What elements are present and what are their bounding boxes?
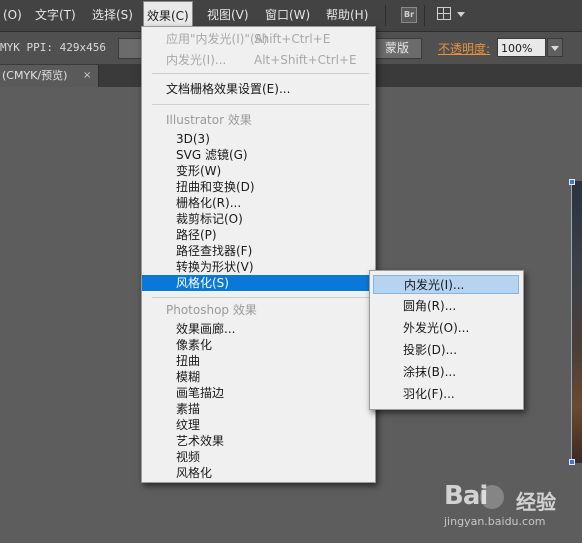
submenu-label: 羽化(F)...: [403, 387, 455, 401]
menu-item-label: 栅格化(R)...: [176, 196, 242, 210]
apply-last-effect[interactable]: 应用"内发光(I)"(A) Shift+Ctrl+E: [142, 31, 375, 47]
menu-item-label: 效果画廊...: [176, 322, 236, 336]
menu-item-label: SVG 滤镜(G): [176, 148, 248, 162]
menu-item-label: 扭曲和变换(D): [176, 180, 255, 194]
illustrator-effects-heading: Illustrator 效果: [166, 113, 252, 127]
document-tab-label: (CMYK/预览): [2, 69, 68, 82]
menu-item-label: 3D(3): [176, 132, 210, 146]
submenu-round-corners[interactable]: 圆角(R)...: [373, 297, 519, 316]
menu-separator: [152, 104, 369, 105]
menu-item-stylize[interactable]: 风格化(S): [142, 275, 375, 291]
menu-item-warp[interactable]: 变形(W): [142, 163, 375, 179]
menu-item-label: 路径(P): [176, 228, 217, 242]
menu-separator: [152, 73, 369, 74]
watermark-logo-suffix: 经验: [516, 490, 556, 514]
menu-item-effect-gallery[interactable]: 效果画廊...: [142, 321, 375, 337]
menu-item-convert-to-shape[interactable]: 转换为形状(V): [142, 259, 375, 275]
submenu-label: 圆角(R)...: [403, 299, 457, 313]
submenu-scribble[interactable]: 涂抹(B)...: [373, 363, 519, 382]
bridge-icon[interactable]: Br: [401, 7, 417, 23]
apply-last-label: 应用"内发光(I)"(A): [166, 32, 268, 46]
submenu-label: 外发光(O)...: [403, 321, 470, 335]
selection-handle[interactable]: [569, 179, 575, 185]
menubar-divider: [385, 5, 386, 26]
submenu-label: 投影(D)...: [403, 343, 458, 357]
menu-select[interactable]: 选择(S): [89, 0, 136, 31]
menu-item-label: 纹理: [176, 418, 201, 432]
menu-item-label: 转换为形状(V): [176, 260, 254, 274]
apply-last-shortcut: Shift+Ctrl+E: [254, 32, 331, 46]
opacity-dropdown-button[interactable]: [547, 38, 563, 57]
artwork-image[interactable]: [571, 181, 582, 463]
menu-item-sketch[interactable]: 素描: [142, 401, 375, 417]
opacity-label[interactable]: 不透明度:: [438, 40, 490, 57]
close-icon[interactable]: ×: [83, 65, 91, 87]
submenu-feather[interactable]: 羽化(F)...: [373, 385, 519, 404]
arrange-documents-icon[interactable]: [437, 7, 451, 20]
menu-item-artistic[interactable]: 艺术效果: [142, 433, 375, 449]
menu-item-label: 风格化(S): [176, 276, 229, 290]
baidu-watermark: Bai 经验 jingyan.baidu.com: [444, 481, 582, 543]
last-effect[interactable]: 内发光(I)... Alt+Shift+Ctrl+E: [142, 52, 375, 68]
stylize-submenu: 内发光(I)... 圆角(R)... 外发光(O)... 投影(D)... 涂抹…: [369, 270, 524, 410]
document-raster-settings[interactable]: 文档栅格效果设置(E)...: [142, 81, 375, 97]
menu-item-distort[interactable]: 扭曲: [142, 353, 375, 369]
last-effect-shortcut: Alt+Shift+Ctrl+E: [254, 53, 357, 67]
photoshop-effects-heading: Photoshop 效果: [166, 303, 257, 317]
menu-item-crop-marks[interactable]: 裁剪标记(O): [142, 211, 375, 227]
menu-item-label: 视频: [176, 450, 201, 464]
submenu-label: 涂抹(B)...: [403, 365, 457, 379]
menu-item-label: 素描: [176, 402, 201, 416]
menu-item-pathfinder[interactable]: 路径查找器(F): [142, 243, 375, 259]
menu-item-label: 路径查找器(F): [176, 244, 253, 258]
effect-menu: 应用"内发光(I)"(A) Shift+Ctrl+E 内发光(I)... Alt…: [141, 26, 376, 483]
menu-item-svg-filters[interactable]: SVG 滤镜(G): [142, 147, 375, 163]
menubar-divider: [424, 5, 425, 26]
raster-settings-label: 文档栅格效果设置(E)...: [166, 82, 291, 96]
chevron-down-icon[interactable]: [457, 12, 465, 17]
submenu-outer-glow[interactable]: 外发光(O)...: [373, 319, 519, 338]
submenu-drop-shadow[interactable]: 投影(D)...: [373, 341, 519, 360]
menu-item-3d[interactable]: 3D(3): [142, 131, 375, 147]
menu-item-label: 扭曲: [176, 354, 201, 368]
menu-object[interactable]: (O): [0, 0, 25, 31]
menu-item-pixelate[interactable]: 像素化: [142, 337, 375, 353]
menu-separator: [152, 297, 369, 298]
menu-item-distort-transform[interactable]: 扭曲和变换(D): [142, 179, 375, 195]
menu-item-label: 像素化: [176, 338, 213, 352]
opacity-input[interactable]: 100%: [497, 38, 546, 57]
menu-item-ps-stylize[interactable]: 风格化: [142, 465, 375, 481]
menu-item-blur[interactable]: 模糊: [142, 369, 375, 385]
document-info: MYK PPI: 429x456: [0, 41, 106, 54]
submenu-inner-glow[interactable]: 内发光(I)...: [373, 275, 519, 294]
menu-item-path[interactable]: 路径(P): [142, 227, 375, 243]
menu-item-texture[interactable]: 纹理: [142, 417, 375, 433]
menu-item-brush-strokes[interactable]: 画笔描边: [142, 385, 375, 401]
submenu-label: 内发光(I)...: [404, 278, 465, 292]
menu-item-label: 艺术效果: [176, 434, 225, 448]
menu-item-label: 画笔描边: [176, 386, 225, 400]
last-effect-label: 内发光(I)...: [166, 53, 227, 67]
document-tab[interactable]: (CMYK/预览) ×: [0, 65, 99, 87]
watermark-url: jingyan.baidu.com: [444, 515, 546, 528]
menu-item-rasterize[interactable]: 栅格化(R)...: [142, 195, 375, 211]
menu-item-label: 模糊: [176, 370, 201, 384]
menu-item-label: 裁剪标记(O): [176, 212, 243, 226]
paw-icon: [480, 485, 504, 509]
mask-button[interactable]: 蒙版: [372, 38, 422, 59]
menu-item-label: 变形(W): [176, 164, 222, 178]
menu-type[interactable]: 文字(T): [32, 0, 79, 31]
menu-item-label: 风格化: [176, 466, 213, 480]
selection-handle[interactable]: [569, 459, 575, 465]
menu-item-video[interactable]: 视频: [142, 449, 375, 465]
